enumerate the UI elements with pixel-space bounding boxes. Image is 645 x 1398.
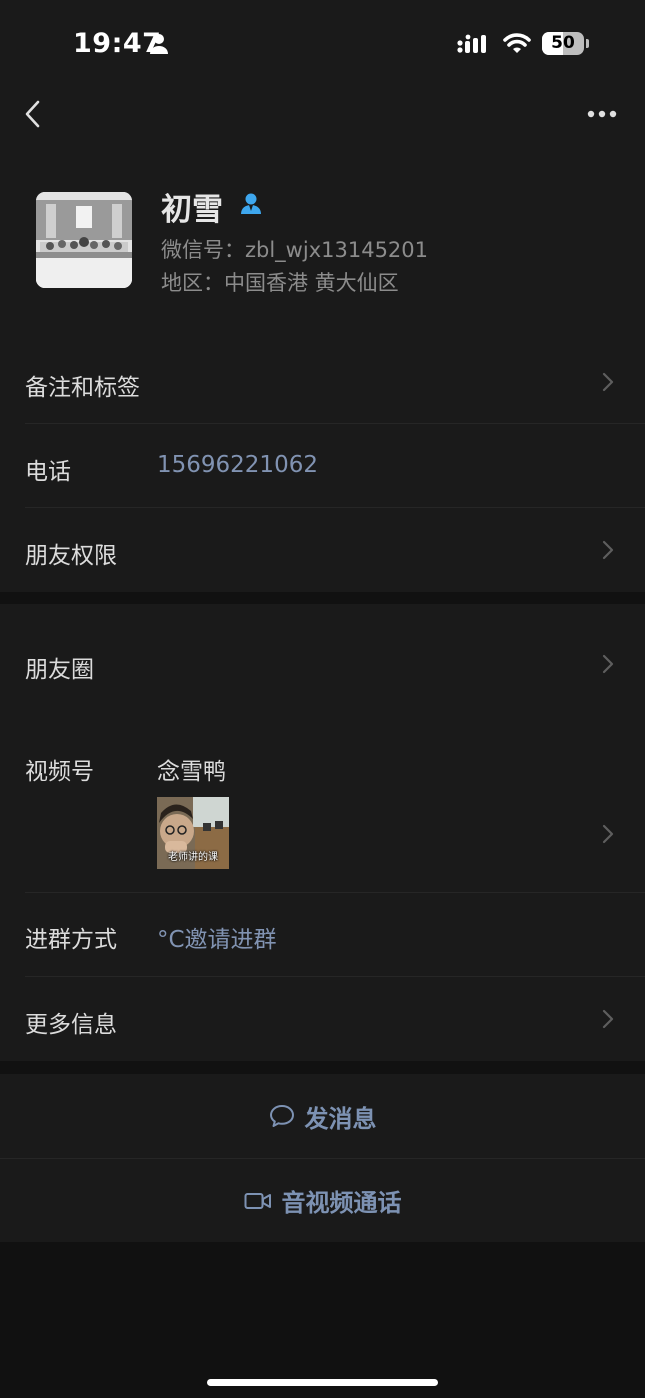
home-indicator [207, 1379, 438, 1386]
remark-row[interactable]: 备注和标签 [0, 340, 645, 424]
wifi-icon [503, 33, 531, 53]
permissions-label: 朋友权限 [25, 543, 117, 569]
social-section: 朋友圈 视频号 念雪鸭 老师讲的课 进群方式 °C邀请进群 更多信息 [0, 604, 645, 1061]
more-icon[interactable] [586, 108, 618, 120]
join-method-value: °C邀请进群 [157, 927, 277, 953]
action-section: 发消息 音视频通话 [0, 1074, 645, 1242]
back-icon[interactable] [22, 99, 44, 129]
chevron-right-icon [602, 824, 614, 844]
chevron-right-icon [602, 372, 614, 392]
phone-label: 电话 [25, 459, 71, 485]
channels-thumbnail[interactable]: 老师讲的课 [157, 797, 229, 869]
more-info-label: 更多信息 [25, 1012, 117, 1038]
chat-bubble-icon [269, 1105, 294, 1127]
send-message-button[interactable]: 发消息 [0, 1074, 645, 1158]
channels-name: 念雪鸭 [157, 759, 226, 785]
moments-row[interactable]: 朋友圈 [0, 604, 645, 724]
battery-icon: 50 [542, 32, 584, 55]
chevron-right-icon [602, 1009, 614, 1029]
more-info-row[interactable]: 更多信息 [0, 977, 645, 1061]
permissions-row[interactable]: 朋友权限 [0, 508, 645, 592]
region: 地区：中国香港 黄大仙区 [161, 271, 399, 295]
video-camera-icon [244, 1192, 271, 1209]
contact-badge-icon [241, 193, 261, 214]
nav-bar [0, 90, 645, 160]
thumbnail-caption: 老师讲的课 [168, 852, 218, 863]
person-icon [150, 34, 168, 54]
phone-row[interactable]: 电话 15696221062 [0, 424, 645, 508]
channels-row[interactable]: 视频号 念雪鸭 老师讲的课 [0, 724, 645, 892]
chevron-right-icon [602, 654, 614, 674]
video-call-button[interactable]: 音视频通话 [0, 1159, 645, 1242]
battery-level: 50 [551, 33, 575, 53]
cellular-signal-icon [457, 34, 486, 53]
avatar[interactable] [36, 192, 132, 288]
battery-tip [586, 39, 589, 48]
video-call-label: 音视频通话 [281, 1189, 402, 1217]
channels-label: 视频号 [25, 759, 94, 785]
join-method-row: 进群方式 °C邀请进群 [0, 893, 645, 977]
chevron-right-icon [602, 540, 614, 560]
send-message-label: 发消息 [304, 1104, 377, 1133]
info-section: 备注和标签 电话 15696221062 朋友权限 [0, 340, 645, 592]
moments-label: 朋友圈 [25, 657, 94, 683]
phone-value[interactable]: 15696221062 [157, 452, 318, 478]
remark-label: 备注和标签 [25, 375, 140, 401]
wechat-id: 微信号：zbl_wjx13145201 [161, 238, 429, 262]
profile-name: 初雪 [161, 192, 223, 228]
join-method-label: 进群方式 [25, 927, 117, 953]
